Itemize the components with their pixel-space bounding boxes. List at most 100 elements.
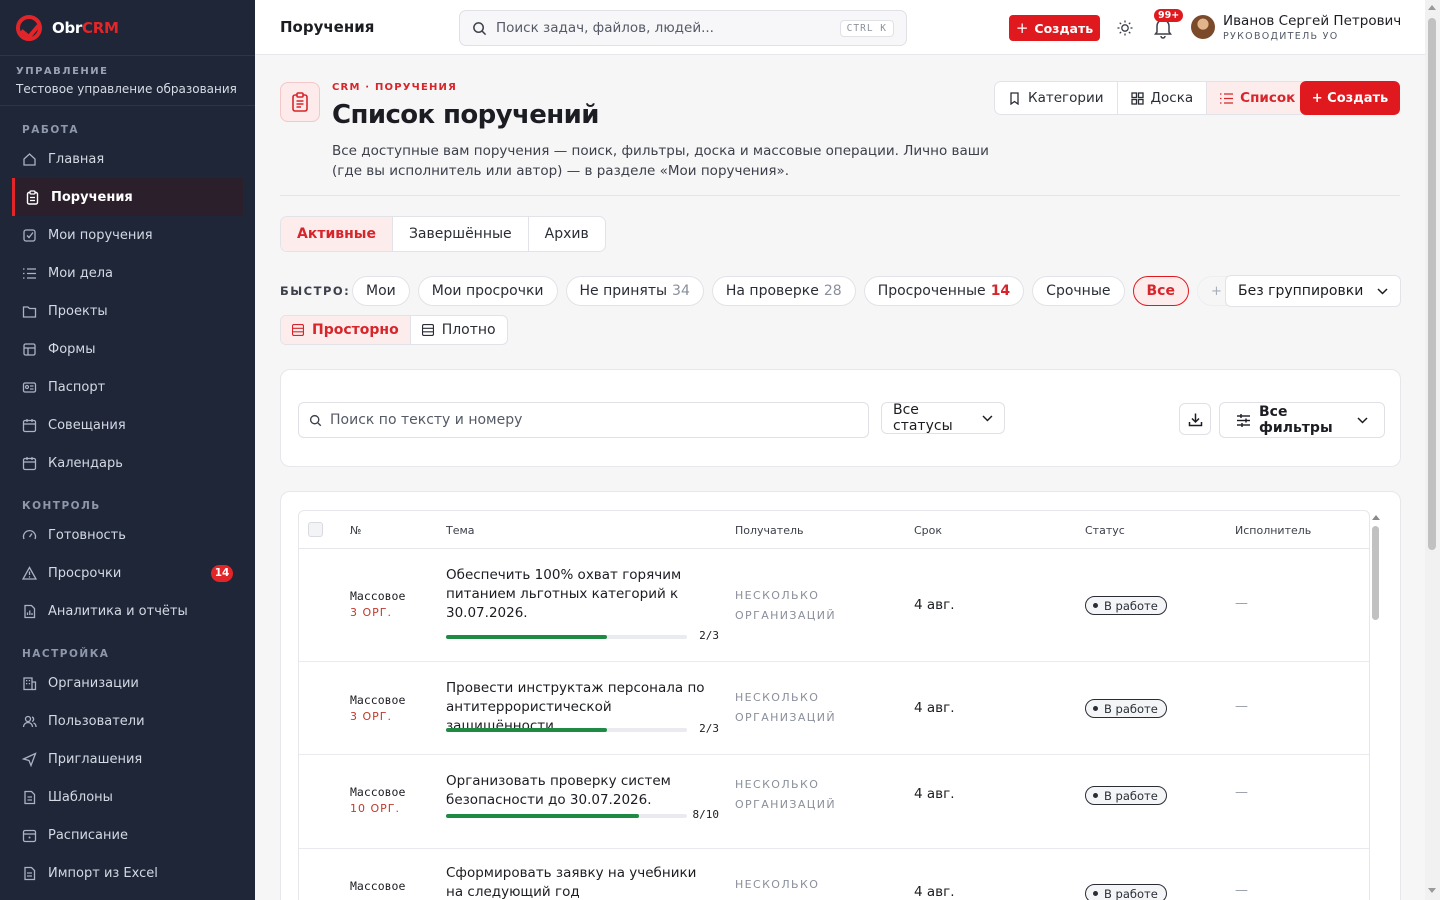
quick-filter-chip[interactable]: Не приняты 34 bbox=[565, 276, 704, 306]
status-dot-icon bbox=[1093, 793, 1098, 798]
status-badge[interactable]: В работе bbox=[1085, 786, 1167, 805]
nav-section-title: КОНТРОЛЬ bbox=[22, 500, 101, 512]
view-categories-button[interactable]: Категории bbox=[995, 82, 1118, 114]
status-dot-icon bbox=[1093, 706, 1098, 711]
sidebar-item[interactable]: Мои поручения bbox=[0, 216, 255, 254]
density-toggle: Просторно Плотно bbox=[280, 315, 508, 345]
sidebar-item[interactable]: Паспорт bbox=[0, 368, 255, 406]
density-compact-button[interactable]: Плотно bbox=[411, 316, 507, 344]
page-description: Все доступные вам поручения — поиск, фил… bbox=[332, 143, 989, 179]
sidebar-item-label: Мои дела bbox=[48, 265, 114, 281]
chip-count: 28 bbox=[823, 283, 842, 299]
quick-filter-chip[interactable]: Просроченные 14 bbox=[863, 276, 1025, 306]
row-org-count: 10 ОРГ. bbox=[350, 802, 400, 815]
sidebar-item[interactable]: Приглашения bbox=[0, 740, 255, 778]
sidebar-item[interactable]: Аналитика и отчёты bbox=[0, 592, 255, 630]
notifications-badge: 99+ bbox=[1154, 9, 1184, 22]
breadcrumb[interactable]: CRM · ПОРУЧЕНИЯ bbox=[332, 82, 457, 93]
sidebar-item-label: Аналитика и отчёты bbox=[48, 603, 188, 619]
view-list-button[interactable]: Список bbox=[1207, 82, 1309, 114]
status-badge[interactable]: В работе bbox=[1085, 596, 1167, 615]
topbar: Поручения Поиск задач, файлов, людей... … bbox=[255, 0, 1425, 55]
global-search-input[interactable]: Поиск задач, файлов, людей... CTRL K bbox=[459, 10, 907, 46]
row-number: Массовое 3 ОРГ. bbox=[350, 693, 405, 723]
col-number[interactable]: № bbox=[350, 524, 361, 537]
top-create-button[interactable]: + Создать bbox=[1009, 15, 1100, 41]
scroll-up-arrow[interactable] bbox=[1372, 515, 1380, 520]
quick-filter-chip[interactable]: Мои просрочки bbox=[417, 276, 558, 306]
building-icon bbox=[23, 676, 37, 690]
tab-completed[interactable]: Завершённые bbox=[393, 217, 529, 251]
quick-filter-chip[interactable]: Срочные bbox=[1032, 276, 1125, 306]
col-status[interactable]: Статус bbox=[1085, 524, 1125, 537]
status-select[interactable]: Все статусы bbox=[881, 402, 1005, 434]
col-theme[interactable]: Тема bbox=[446, 524, 475, 537]
import-icon bbox=[24, 866, 36, 880]
row-org-count: 3 ОРГ. bbox=[350, 606, 392, 619]
sidebar-item-label: Мои поручения bbox=[48, 227, 153, 243]
brand-logo[interactable]: ObrCRM bbox=[0, 0, 255, 56]
row-due-date: 4 авг. bbox=[914, 786, 955, 802]
scroll-up-arrow[interactable] bbox=[1428, 5, 1436, 10]
row-progress-fill bbox=[446, 635, 607, 639]
row-number-label: Массовое bbox=[350, 589, 406, 603]
col-due[interactable]: Срок bbox=[914, 524, 942, 537]
sidebar-item[interactable]: Мои дела bbox=[0, 254, 255, 292]
users-icon bbox=[22, 715, 37, 727]
scroll-down-arrow[interactable] bbox=[1428, 888, 1436, 893]
quick-filter-chip[interactable]: Мои bbox=[352, 276, 410, 306]
org-switcher[interactable]: УПРАВЛЕНИЕ Тестовое управление образован… bbox=[0, 56, 255, 106]
scroll-thumb[interactable] bbox=[1428, 18, 1436, 550]
table-row[interactable]: Массовое Сформировать заявку на учебники … bbox=[299, 849, 1369, 900]
row-number-label: Массовое bbox=[350, 785, 406, 799]
table-row[interactable]: Массовое 10 ОРГ. Организовать проверку сис… bbox=[299, 755, 1369, 849]
sidebar-item[interactable]: Поручения bbox=[12, 178, 243, 216]
tab-archive[interactable]: Архив bbox=[529, 217, 605, 251]
col-recipient[interactable]: Получатель bbox=[735, 524, 803, 537]
row-theme-link[interactable]: Сформировать заявку на учебники на следу… bbox=[446, 864, 716, 900]
search-shortcut: CTRL K bbox=[839, 19, 894, 37]
col-executor[interactable]: Исполнитель bbox=[1235, 524, 1311, 537]
chevron-down-icon bbox=[1357, 416, 1368, 424]
download-button[interactable] bbox=[1179, 403, 1211, 435]
sidebar-item[interactable]: Организации bbox=[0, 664, 255, 702]
sun-icon[interactable] bbox=[1117, 20, 1133, 36]
sidebar-item[interactable]: Просрочки 14 bbox=[0, 554, 255, 592]
grid-icon bbox=[1130, 91, 1144, 105]
table-row[interactable]: Массовое 3 ОРГ. Обеспечить 100% охват горя… bbox=[299, 549, 1369, 662]
sidebar-item[interactable]: Расписание bbox=[0, 816, 255, 854]
page-scrollbar[interactable] bbox=[1425, 0, 1440, 900]
sidebar-item[interactable]: Формы bbox=[0, 330, 255, 368]
avatar[interactable] bbox=[1191, 15, 1215, 39]
grouping-select[interactable]: Без группировки bbox=[1225, 275, 1401, 307]
row-theme-link[interactable]: Обеспечить 100% охват горячим питанием л… bbox=[446, 566, 716, 623]
chip-label: Все bbox=[1146, 283, 1175, 299]
sidebar-item[interactable]: Календарь bbox=[0, 444, 255, 482]
sidebar-item[interactable]: Готовность bbox=[0, 516, 255, 554]
sidebar-item[interactable]: Проекты bbox=[0, 292, 255, 330]
sidebar-item[interactable]: Пользователи bbox=[0, 702, 255, 740]
brand-name: ObrCRM bbox=[52, 18, 119, 37]
sidebar-item[interactable]: Совещания bbox=[0, 406, 255, 444]
row-theme-link[interactable]: Организовать проверку систем безопасност… bbox=[446, 772, 716, 810]
table-row[interactable]: Массовое 3 ОРГ. Провести инструктаж персон… bbox=[299, 662, 1369, 755]
quick-filter-chip[interactable]: Все bbox=[1132, 276, 1189, 306]
sidebar-item[interactable]: Шаблоны bbox=[0, 778, 255, 816]
select-all-checkbox[interactable] bbox=[308, 522, 323, 537]
task-search-input[interactable]: Поиск по тексту и номеру bbox=[298, 402, 869, 438]
scroll-thumb[interactable] bbox=[1372, 526, 1379, 620]
status-badge[interactable]: В работе bbox=[1085, 699, 1167, 718]
tab-active[interactable]: Активные bbox=[281, 217, 393, 251]
status-badge[interactable]: В работе bbox=[1085, 884, 1167, 900]
chip-label: Просроченные bbox=[877, 283, 986, 299]
view-board-button[interactable]: Доска bbox=[1118, 82, 1208, 114]
quick-filter-chip[interactable]: На проверке 28 bbox=[711, 276, 856, 306]
density-comfortable-button[interactable]: Просторно bbox=[281, 316, 411, 344]
all-filters-button[interactable]: Все фильтры bbox=[1219, 402, 1385, 438]
quick-filters-label: БЫСТРО: bbox=[280, 284, 351, 298]
sidebar-item[interactable]: Главная bbox=[0, 140, 255, 178]
sidebar-item[interactable]: Импорт из Excel bbox=[0, 854, 255, 892]
table-scrollbar[interactable] bbox=[1370, 510, 1382, 900]
create-button[interactable]: + Создать bbox=[1300, 81, 1400, 115]
user-name[interactable]: Иванов Сергей Петрович bbox=[1223, 13, 1401, 29]
